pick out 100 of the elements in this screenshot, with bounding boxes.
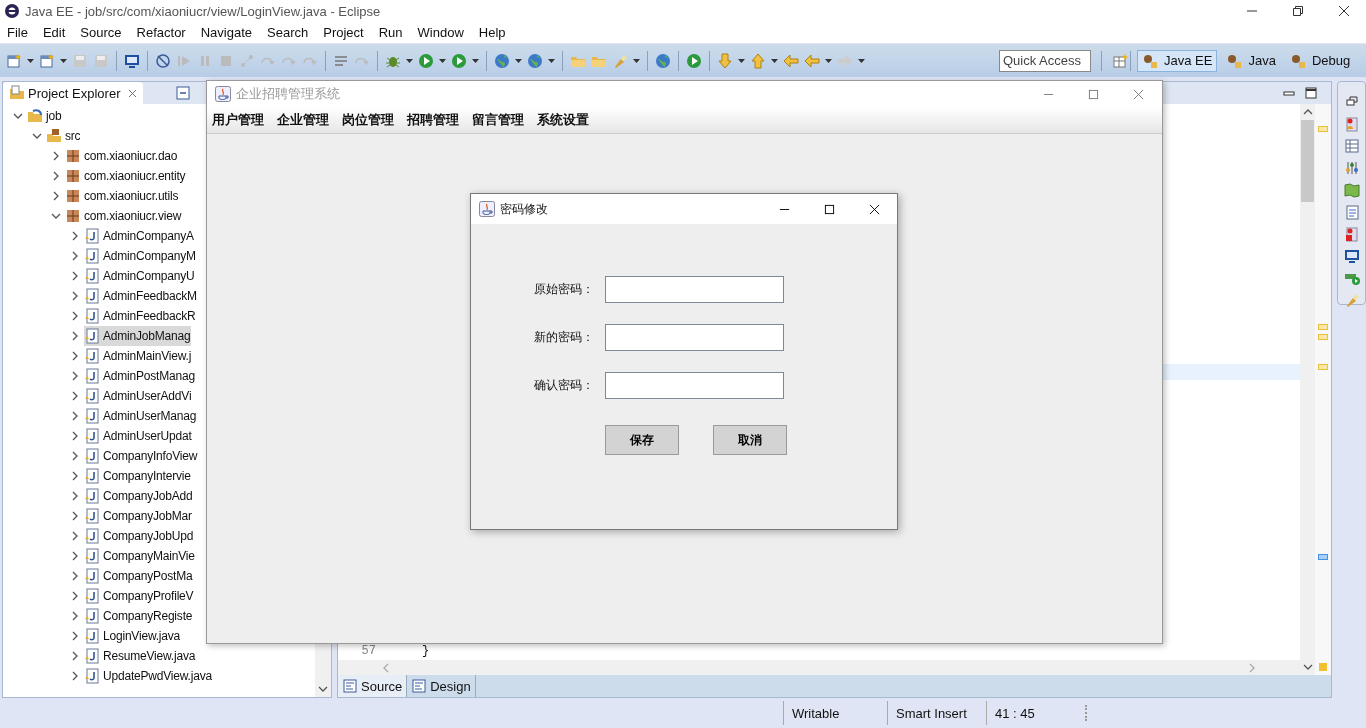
tree-item[interactable]: com.xiaoniucr.dao — [65, 146, 179, 166]
tree-item[interactable]: LoginView.java — [84, 626, 182, 646]
new-file-icon[interactable] — [39, 52, 55, 69]
dropdown-caret-icon[interactable] — [472, 58, 479, 63]
expand-chevron-icon[interactable] — [70, 411, 80, 421]
expand-chevron-icon[interactable] — [70, 671, 80, 681]
dropdown-caret-icon[interactable] — [771, 58, 778, 63]
table-icon[interactable] — [1343, 138, 1360, 154]
globe-icon[interactable] — [527, 52, 543, 69]
expand-chevron-icon[interactable] — [51, 191, 61, 201]
expand-chevron-icon[interactable] — [70, 231, 80, 241]
restore-icon[interactable] — [1292, 5, 1304, 17]
dialog-button[interactable]: 保存 — [605, 425, 679, 455]
tree-item[interactable]: CompanyJobAdd — [84, 486, 194, 506]
tree-item[interactable]: job — [27, 106, 63, 126]
tree-item[interactable]: CompanyInfoView — [84, 446, 199, 466]
menu-item[interactable]: 系统设置 — [537, 111, 589, 129]
expand-chevron-icon[interactable] — [70, 591, 80, 601]
run-icon[interactable] — [451, 52, 467, 69]
perspective-tab[interactable]: Java — [1221, 49, 1281, 72]
menu-item[interactable]: 招聘管理 — [407, 111, 459, 129]
expand-chevron-icon[interactable] — [70, 451, 80, 461]
dropdown-caret-icon[interactable] — [738, 58, 745, 63]
perspective-tab[interactable]: Debug — [1284, 49, 1356, 72]
collapse-all-icon[interactable] — [175, 85, 192, 101]
dialog-button[interactable]: 取消 — [713, 425, 787, 455]
tree-item[interactable]: CompanyJobMar — [84, 506, 193, 526]
menu-item[interactable]: Run — [378, 25, 403, 40]
person-icon[interactable] — [1343, 116, 1360, 132]
quick-access-field[interactable]: Quick Access — [999, 49, 1091, 72]
menu-item[interactable]: Edit — [42, 25, 66, 40]
expand-chevron-icon[interactable] — [70, 471, 80, 481]
expand-chevron-icon[interactable] — [70, 531, 80, 541]
expand-chevron-icon[interactable] — [51, 171, 61, 181]
perspective-tab[interactable]: Java EE — [1137, 49, 1218, 72]
new-file-icon[interactable] — [6, 52, 22, 69]
tree-item[interactable]: src — [46, 126, 82, 146]
expand-chevron-icon[interactable] — [70, 331, 80, 341]
error-icon[interactable] — [1343, 226, 1360, 242]
dropdown-caret-icon[interactable] — [406, 58, 413, 63]
tree-item[interactable]: com.xiaoniucr.utils — [65, 186, 180, 206]
collapse-chevron-icon[interactable] — [51, 211, 61, 221]
dropdown-caret-icon[interactable] — [515, 58, 522, 63]
globe-icon[interactable] — [494, 52, 510, 69]
monitor-icon[interactable] — [124, 52, 140, 69]
dropdown-caret-icon[interactable] — [825, 58, 832, 63]
expand-chevron-icon[interactable] — [70, 271, 80, 281]
dropdown-caret-icon[interactable] — [439, 58, 446, 63]
close-icon[interactable] — [1338, 5, 1350, 17]
expand-chevron-icon[interactable] — [70, 491, 80, 501]
scrollbar-thumb[interactable] — [1301, 120, 1314, 202]
globe-icon[interactable] — [655, 52, 671, 69]
expand-chevron-icon[interactable] — [70, 251, 80, 261]
tree-item[interactable]: AdminUserManag — [84, 406, 198, 426]
expand-chevron-icon[interactable] — [70, 351, 80, 361]
menu-item[interactable]: 岗位管理 — [342, 111, 394, 129]
expand-chevron-icon[interactable] — [70, 571, 80, 581]
tree-item[interactable]: AdminCompanyA — [84, 226, 195, 246]
scroll-down-icon[interactable] — [318, 684, 328, 694]
tree-item[interactable]: AdminFeedbackM — [84, 286, 198, 306]
tree-item[interactable]: AdminCompanyM — [84, 246, 197, 266]
dropdown-caret-icon[interactable] — [633, 58, 640, 63]
collapse-chevron-icon[interactable] — [13, 111, 23, 121]
tree-item[interactable]: CompanyMainVie — [84, 546, 196, 566]
tree-item[interactable]: AdminJobManag — [84, 326, 192, 346]
scroll-up-icon[interactable] — [1302, 107, 1313, 117]
dropdown-caret-icon[interactable] — [60, 58, 67, 63]
run-icon[interactable] — [686, 52, 702, 69]
monitor-icon[interactable] — [1343, 248, 1360, 264]
tree-item[interactable]: AdminFeedbackR — [84, 306, 197, 326]
menu-item[interactable]: Project — [323, 25, 364, 40]
expand-chevron-icon[interactable] — [70, 631, 80, 641]
input-field[interactable] — [605, 372, 784, 399]
tree-item[interactable]: CompanyProfileV — [84, 586, 195, 606]
menu-item[interactable]: Search — [267, 25, 309, 40]
back-arrow-icon[interactable] — [783, 52, 799, 69]
expand-chevron-icon[interactable] — [70, 511, 80, 521]
tree-item[interactable]: com.xiaoniucr.entity — [65, 166, 187, 186]
close-icon[interactable] — [869, 203, 880, 215]
scroll-down-icon[interactable] — [1302, 662, 1313, 672]
menu-item[interactable]: 用户管理 — [212, 111, 264, 129]
expand-chevron-icon[interactable] — [70, 371, 80, 381]
warning-marker[interactable] — [1318, 324, 1328, 330]
tree-item[interactable]: ResumeView.java — [84, 646, 197, 666]
map-icon[interactable] — [1343, 182, 1360, 198]
expand-chevron-icon[interactable] — [70, 611, 80, 621]
expand-chevron-icon[interactable] — [70, 391, 80, 401]
tree-item[interactable]: UpdatePwdView.java — [84, 666, 213, 686]
expand-chevron-icon[interactable] — [70, 311, 80, 321]
tree-item[interactable]: AdminUserAddVi — [84, 386, 193, 406]
dropdown-caret-icon[interactable] — [27, 58, 34, 63]
tree-item[interactable]: AdminUserUpdat — [84, 426, 193, 446]
back-arrow-icon[interactable] — [804, 52, 820, 69]
maximize-icon[interactable] — [824, 203, 835, 215]
run-icon[interactable] — [418, 52, 434, 69]
input-field[interactable] — [605, 324, 784, 351]
menu-item[interactable]: Source — [80, 25, 122, 40]
menu-item[interactable]: File — [7, 25, 28, 40]
expand-chevron-icon[interactable] — [70, 431, 80, 441]
tree-item[interactable]: AdminPostManag — [84, 366, 196, 386]
